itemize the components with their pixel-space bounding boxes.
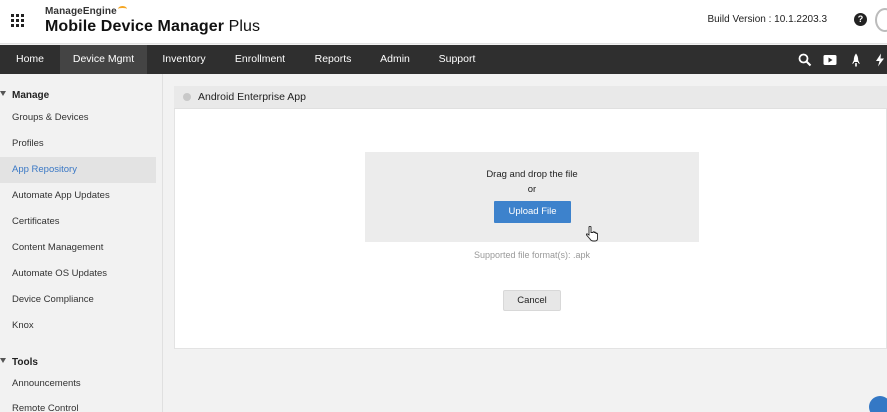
sidebar-item-device-compliance[interactable]: Device Compliance	[0, 287, 156, 313]
brand-product: Mobile Device Manager Plus	[45, 18, 261, 35]
search-icon[interactable]	[798, 53, 812, 67]
hand-cursor-icon	[586, 226, 598, 242]
sidebar-item-automate-os-updates[interactable]: Automate OS Updates	[0, 261, 156, 287]
sidebar-item-certificates[interactable]: Certificates	[0, 209, 156, 235]
rocket-icon[interactable]	[849, 53, 863, 67]
dropzone-instruction: Drag and drop the file	[486, 169, 578, 180]
sidebar-section-title: Tools	[12, 357, 38, 368]
nav-enrollment[interactable]: Enrollment	[225, 45, 295, 74]
cancel-button[interactable]: Cancel	[503, 290, 561, 311]
sidebar-item-groups-devices[interactable]: Groups & Devices	[0, 105, 156, 131]
panel-header: Android Enterprise App	[174, 86, 887, 109]
sidebar: Manage Groups & Devices Profiles App Rep…	[0, 74, 163, 412]
lightning-icon[interactable]	[873, 53, 887, 67]
sidebar-section-tools[interactable]: Tools	[0, 357, 163, 368]
chevron-down-icon	[0, 91, 6, 96]
build-version: Build Version : 10.1.2203.3	[707, 14, 827, 25]
build-label: Build Version :	[707, 14, 772, 25]
supported-formats: Supported file format(s): .apk	[473, 250, 591, 260]
avatar[interactable]	[875, 8, 887, 32]
chat-icon[interactable]	[869, 396, 887, 412]
sidebar-section-manage[interactable]: Manage	[0, 90, 163, 101]
upload-file-button[interactable]: Upload File	[494, 201, 571, 223]
app-launcher-button[interactable]	[2, 3, 32, 37]
sidebar-item-remote-control[interactable]: Remote Control	[0, 396, 156, 412]
sidebar-item-announcements[interactable]: Announcements	[0, 371, 156, 397]
sidebar-item-profiles[interactable]: Profiles	[0, 131, 156, 157]
sidebar-section-title: Manage	[12, 90, 50, 101]
nav-home[interactable]: Home	[0, 45, 60, 74]
build-number: 10.1.2203.3	[774, 14, 827, 25]
nav-admin[interactable]: Admin	[370, 45, 420, 74]
app-header: ManageEngine Mobile Device Manager Plus …	[0, 0, 887, 44]
nav-inventory[interactable]: Inventory	[150, 45, 218, 74]
main-nav: Home Device Mgmt Inventory Enrollment Re…	[0, 45, 887, 74]
help-icon[interactable]: ?	[854, 13, 867, 26]
nav-support[interactable]: Support	[428, 45, 486, 74]
video-icon[interactable]	[823, 53, 837, 67]
grid-icon	[10, 13, 24, 27]
sidebar-item-content-management[interactable]: Content Management	[0, 235, 156, 261]
brand-logo[interactable]: ManageEngine Mobile Device Manager Plus	[45, 6, 260, 36]
sidebar-item-app-repository[interactable]: App Repository	[0, 157, 156, 183]
file-dropzone[interactable]: Drag and drop the file or Upload File	[365, 152, 699, 242]
nav-reports[interactable]: Reports	[303, 45, 363, 74]
dropzone-or: or	[527, 184, 537, 195]
bullet-icon	[183, 93, 191, 101]
chevron-down-icon	[0, 358, 6, 363]
sidebar-item-knox[interactable]: Knox	[0, 313, 156, 339]
brand-company: ManageEngine	[45, 6, 260, 17]
sidebar-item-automate-app-updates[interactable]: Automate App Updates	[0, 183, 156, 209]
nav-device-mgmt[interactable]: Device Mgmt	[60, 45, 147, 74]
page-title: Android Enterprise App	[198, 91, 306, 103]
